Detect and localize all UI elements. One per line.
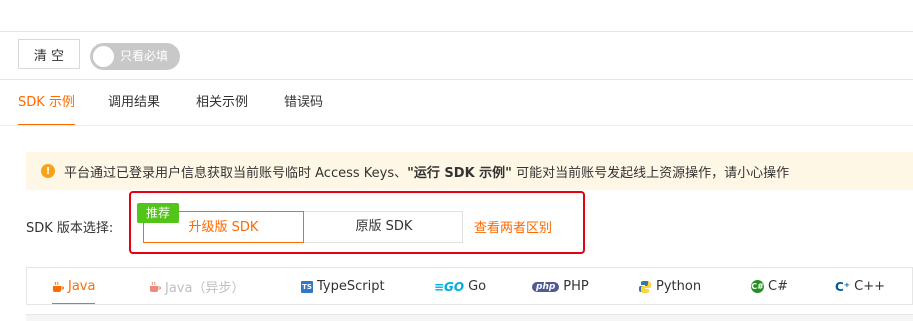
sdk-version-label: SDK 版本选择: [26, 221, 114, 236]
notice-text-after: 可能对当前账号发起线上资源操作，请小心操作 [511, 165, 790, 181]
highlight-box [129, 191, 585, 254]
lang-label-java: Java [68, 279, 96, 294]
tab-related-examples[interactable]: 相关示例 [196, 80, 248, 126]
lang-label-go: Go [468, 279, 487, 294]
warning-icon: ! [41, 164, 55, 178]
lang-tab-csharp[interactable]: C# C# [751, 268, 788, 305]
tab-error-codes[interactable]: 错误码 [284, 80, 323, 126]
lang-label-java-async: Java（异步） [165, 281, 245, 296]
clear-button[interactable]: 清 空 [18, 39, 80, 69]
tab-call-result[interactable]: 调用结果 [108, 80, 160, 126]
lang-tab-typescript[interactable]: TS TypeScript [301, 268, 385, 305]
toolbar: 清 空 只看必填 [0, 32, 913, 80]
notice-text: 平台通过已登录用户信息获取当前账号临时 Access Keys、"运行 SDK … [64, 162, 789, 181]
python-icon [638, 280, 652, 293]
php-icon: php [532, 281, 560, 292]
java-icon [53, 281, 64, 292]
required-only-toggle[interactable]: 只看必填 [90, 43, 180, 70]
lang-label-typescript: TypeScript [317, 279, 385, 294]
notice-text-bold: "运行 SDK 示例" [407, 165, 512, 181]
language-tabs-divider [26, 304, 913, 305]
toggle-label: 只看必填 [120, 49, 169, 63]
tab-bar-divider [0, 125, 913, 126]
tab-bar: SDK 示例 调用结果 相关示例 错误码 [0, 80, 913, 126]
go-icon: ≡GO [434, 279, 465, 294]
lang-tab-go[interactable]: ≡GO Go [434, 268, 486, 305]
lang-tab-python[interactable]: Python [638, 268, 701, 305]
lang-tab-java-async[interactable]: Java（异步） [149, 268, 244, 305]
java-icon [150, 281, 161, 292]
lang-tab-php[interactable]: php PHP [532, 268, 589, 305]
notice-banner: ! 平台通过已登录用户信息获取当前账号临时 Access Keys、"运行 SD… [26, 152, 913, 190]
notice-text-before: 平台通过已登录用户信息获取当前账号临时 Access Keys、 [64, 165, 408, 181]
lang-label-php: PHP [563, 279, 589, 294]
language-tabs: Java Java（异步） TS TypeScript ≡GO Go php P… [26, 267, 913, 305]
lang-label-python: Python [656, 279, 702, 294]
tab-sdk-example[interactable]: SDK 示例 [18, 80, 75, 126]
cpp-icon: C⁺ [835, 279, 851, 294]
csharp-icon: C# [751, 280, 764, 293]
lang-tab-java[interactable]: Java [52, 268, 96, 305]
toggle-knob [93, 46, 114, 67]
lang-tab-cpp[interactable]: C⁺ C++ [835, 268, 885, 305]
lang-label-csharp: C# [768, 279, 788, 294]
lang-label-cpp: C++ [854, 279, 886, 294]
typescript-icon: TS [301, 280, 313, 293]
